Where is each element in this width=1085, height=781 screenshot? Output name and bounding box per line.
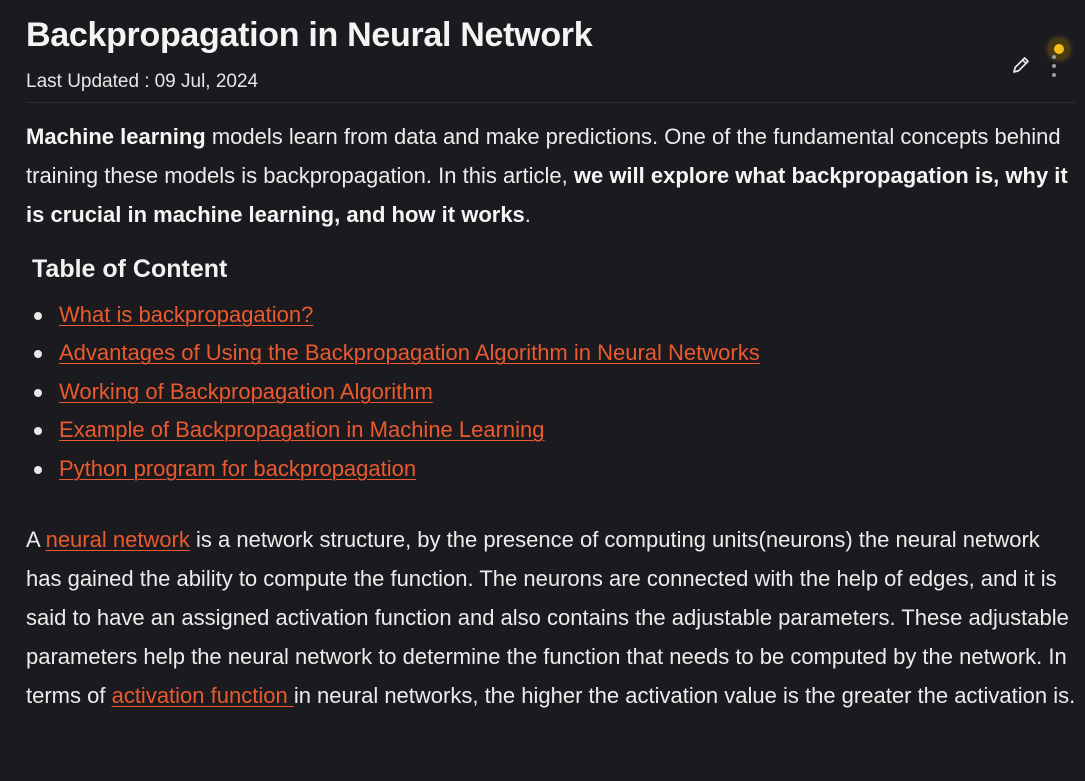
body-text-end: in neural networks, the higher the activ… xyxy=(293,683,1076,708)
bullet-icon xyxy=(34,465,42,474)
toc-item: Example of Backpropagation in Machine Le… xyxy=(0,411,1000,449)
toc-link-working[interactable]: Working of Backpropagation Algorithm xyxy=(59,373,433,411)
page-title: Backpropagation in Neural Network xyxy=(26,16,593,54)
toc-list: What is backpropagation? Advantages of U… xyxy=(0,296,1000,488)
toc-link-advantages[interactable]: Advantages of Using the Backpropagation … xyxy=(59,334,760,372)
bullet-icon xyxy=(34,312,42,320)
article-toolbar xyxy=(1008,38,1078,82)
toc-item: Advantages of Using the Backpropagation … xyxy=(0,334,1000,372)
body-text-middle: is a network structure, by the presence … xyxy=(26,527,1069,708)
bullet-icon xyxy=(34,350,42,359)
toc-item: Working of Backpropagation Algorithm xyxy=(0,373,1000,411)
toc-item: Python program for backpropagation xyxy=(0,450,1000,488)
intro-bold-ml: Machine learning xyxy=(26,124,206,149)
last-updated: Last Updated :09 Jul, 2024 xyxy=(26,70,258,94)
neural-network-link[interactable]: neural network xyxy=(46,527,190,552)
body-text-start: A xyxy=(26,527,46,552)
activation-function-link[interactable]: activation function xyxy=(112,683,294,708)
header-divider xyxy=(26,102,1076,103)
article-page: Backpropagation in Neural Network Last U… xyxy=(0,0,1085,781)
body-paragraph: A neural network is a network structure,… xyxy=(26,520,1076,715)
pencil-icon[interactable] xyxy=(1010,54,1032,76)
toc-link-example[interactable]: Example of Backpropagation in Machine Le… xyxy=(59,411,545,449)
bullet-icon xyxy=(34,427,42,436)
kebab-dot xyxy=(1052,73,1056,77)
kebab-dot xyxy=(1052,64,1056,68)
intro-text-end: . xyxy=(524,202,531,227)
bullet-icon xyxy=(34,388,42,397)
last-updated-label: Last Updated : xyxy=(26,71,150,92)
toc-item: What is backpropagation? xyxy=(0,296,1000,334)
toc-link-what-is-backpropagation[interactable]: What is backpropagation? xyxy=(59,296,313,334)
kebab-menu-icon[interactable] xyxy=(1050,55,1058,79)
intro-paragraph: Machine learning models learn from data … xyxy=(26,117,1076,234)
toc-link-python-program[interactable]: Python program for backpropagation xyxy=(59,450,416,488)
toc-title: Table of Content xyxy=(32,255,228,283)
last-updated-date: 09 Jul, 2024 xyxy=(154,71,259,92)
kebab-dot xyxy=(1052,55,1056,59)
